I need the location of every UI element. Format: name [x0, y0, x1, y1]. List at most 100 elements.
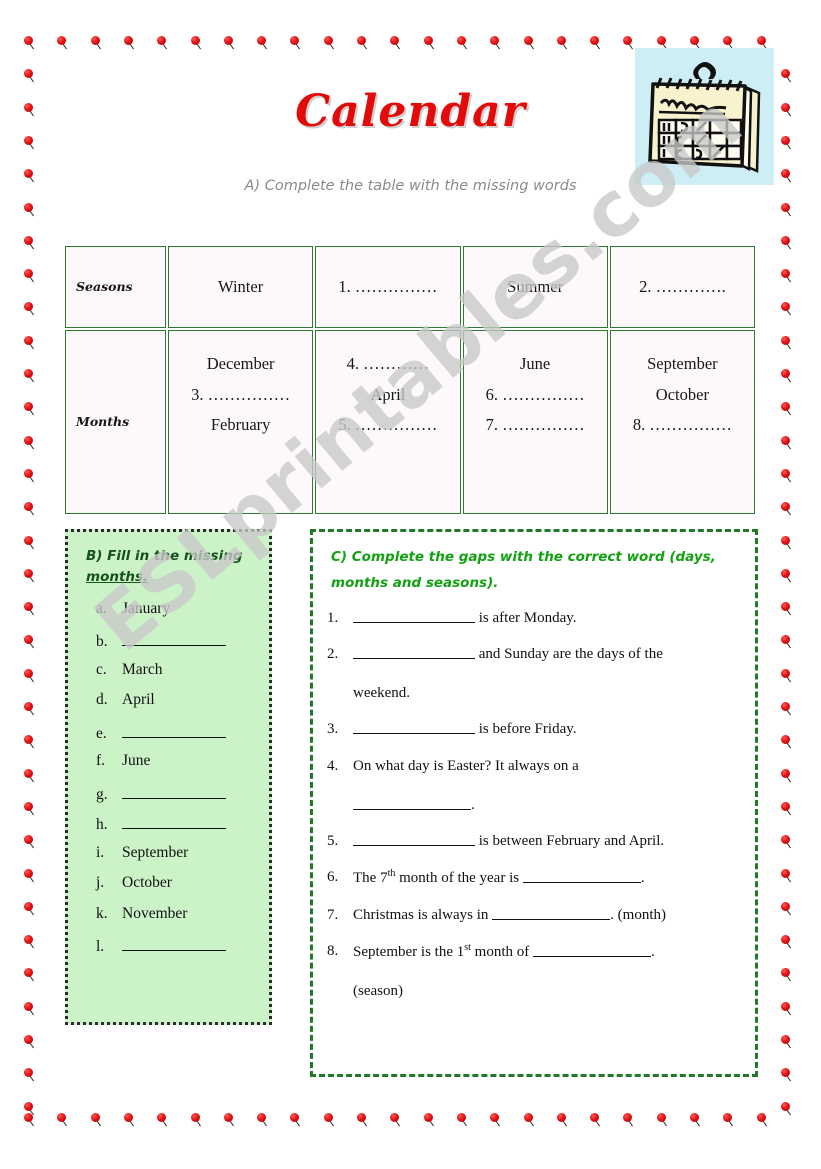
berry-stem	[28, 1113, 42, 1127]
table-cell-season-2[interactable]: 1. ……………	[315, 246, 461, 328]
table-cell-months-4[interactable]: September October 8. ……………	[609, 330, 755, 514]
berry-stem	[28, 202, 42, 216]
answer-blank[interactable]	[122, 630, 226, 647]
answer-blank[interactable]	[122, 813, 226, 830]
sentence-text: month of the year is	[395, 870, 523, 887]
table-cell-season-3[interactable]: Summer	[462, 246, 608, 328]
berry-dot	[590, 1113, 600, 1122]
berry-dot	[223, 1113, 233, 1122]
berry-dot	[190, 36, 200, 45]
berry-dot	[390, 36, 400, 45]
berry-dot	[656, 36, 666, 45]
berry-stem	[28, 335, 42, 350]
sentence-text: Christmas is always in	[353, 906, 493, 923]
berry-dot	[24, 302, 33, 312]
berry-dot	[756, 1113, 766, 1122]
berry-dot	[123, 1113, 133, 1122]
berry-stem	[28, 1001, 42, 1016]
sentence-text: month of	[470, 943, 533, 960]
answer-blank[interactable]	[122, 935, 226, 952]
answer-blank[interactable]	[122, 722, 226, 738]
berry-stem	[194, 36, 208, 50]
table-cell-months-3[interactable]: June 6. …………… 7. ……………	[462, 330, 608, 514]
table-cell-months-2[interactable]: 4. ………… April 5. ……………	[315, 330, 461, 514]
cell-text: 8. ……………	[632, 415, 732, 435]
answer-blank[interactable]	[353, 795, 471, 810]
berry-dot	[781, 568, 790, 578]
berry-dot	[523, 1113, 533, 1122]
berry-dot	[781, 668, 790, 678]
berry-stem	[227, 36, 242, 50]
berry-dot	[423, 36, 433, 45]
table-cell-months-1[interactable]: December 3. …………… February	[168, 330, 314, 514]
berry-dot	[781, 302, 790, 312]
answer-blank[interactable]	[492, 905, 611, 920]
sentence-text: .	[651, 943, 655, 960]
berry-stem	[785, 868, 799, 882]
answer-blank[interactable]	[533, 942, 651, 957]
berry-stem	[28, 269, 42, 283]
berry-dot	[781, 468, 790, 478]
answer-blank[interactable]	[353, 644, 475, 659]
question-continuation: weekend.	[353, 685, 411, 702]
berry-dot	[556, 36, 566, 45]
question-number: 8.	[327, 942, 339, 959]
table-cell-season-4[interactable]: 2. ………….	[609, 246, 755, 328]
berry-dot	[24, 602, 33, 612]
berry-stem	[127, 1113, 142, 1127]
list-marker: k.	[96, 904, 108, 922]
berry-dot	[781, 535, 790, 545]
berry-dot	[357, 36, 366, 45]
answer-blank[interactable]	[353, 831, 475, 847]
berry-stem	[28, 36, 42, 50]
berry-dot	[781, 369, 790, 378]
list-marker: b.	[96, 633, 108, 651]
berry-stem	[460, 1113, 475, 1127]
berry-stem	[785, 668, 799, 683]
berry-stem	[28, 469, 42, 483]
berry-dot	[90, 1113, 100, 1122]
table-cell-season-1[interactable]: Winter	[168, 246, 314, 328]
question-item: 4. On what day is Easter? It always on a.	[327, 755, 743, 818]
berry-stem	[28, 1035, 42, 1049]
berry-stem	[261, 36, 275, 50]
berry-dot	[781, 1101, 790, 1111]
question-number: 4.	[327, 757, 339, 774]
berry-dot	[781, 169, 790, 179]
berry-dot	[781, 1035, 790, 1044]
berry-stem	[261, 1113, 275, 1127]
section-c-heading: C) Complete the gaps with the correct wo…	[331, 544, 743, 597]
berry-stem	[785, 302, 799, 316]
berry-dot	[24, 968, 33, 978]
answer-blank[interactable]	[353, 608, 475, 623]
berry-dot	[781, 202, 790, 212]
berry-stem	[28, 868, 42, 882]
berry-stem	[28, 668, 42, 683]
berry-dot	[781, 868, 790, 878]
berry-dot	[623, 36, 633, 45]
berry-stem	[527, 1113, 541, 1127]
berry-stem	[28, 435, 42, 449]
section-b-heading: B) Fill in the missing months.	[86, 546, 259, 588]
berry-stem	[785, 702, 799, 716]
answer-blank[interactable]	[522, 868, 641, 884]
sentence-text: .	[640, 870, 645, 887]
berry-dot	[781, 135, 790, 145]
berry-dot	[781, 935, 790, 945]
berry-dot	[490, 36, 500, 45]
list-marker: a.	[96, 599, 107, 617]
berry-stem	[361, 36, 375, 50]
berry-dot	[656, 1113, 666, 1122]
berry-stem	[785, 202, 799, 216]
answer-blank[interactable]	[353, 719, 475, 735]
sentence-text: September is the 1	[353, 943, 465, 960]
berry-stem	[28, 735, 42, 749]
answer-blank[interactable]	[122, 783, 226, 799]
month-name: November	[122, 904, 188, 922]
berry-dot	[323, 36, 333, 45]
berry-dot	[590, 36, 600, 45]
cell-text: December	[206, 354, 275, 373]
berry-dot	[690, 1113, 699, 1122]
berry-dot	[781, 901, 790, 911]
berry-dot	[24, 269, 33, 279]
